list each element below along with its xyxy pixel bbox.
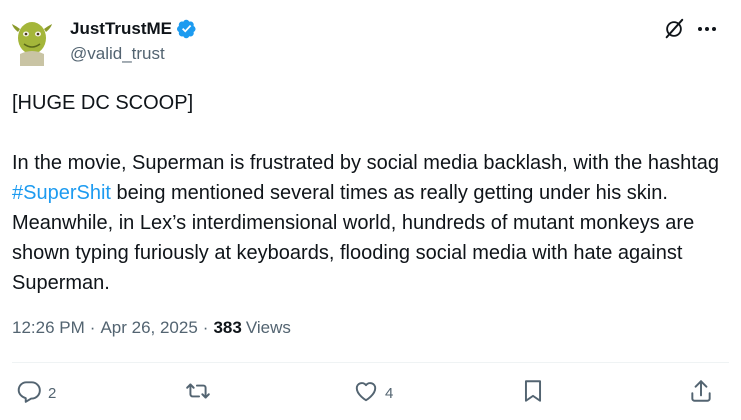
tweet-date[interactable]: Apr 26, 2025 — [100, 318, 197, 338]
tweet-text-line: [HUGE DC SCOOP] — [12, 92, 194, 114]
share-icon — [688, 378, 714, 408]
bookmark-icon — [520, 378, 546, 408]
author-display-name-row[interactable]: JustTrustME — [70, 19, 197, 39]
author-handle[interactable]: @valid_trust — [70, 44, 165, 64]
retweet-button[interactable] — [185, 378, 217, 408]
tweet-text-paragraph: In the movie, Superman is frustrated by … — [12, 148, 727, 298]
tweet-text-before-hashtag: In the movie, Superman is frustrated by … — [12, 152, 720, 174]
author-display-name[interactable]: JustTrustME — [70, 19, 172, 39]
hashtag-link[interactable]: #SuperShit — [12, 182, 111, 204]
more-dots-icon[interactable] — [695, 18, 719, 40]
reply-icon — [16, 378, 42, 408]
tweet-text: [HUGE DC SCOOP] In the movie, Superman i… — [12, 88, 727, 298]
tweet: JustTrustME @valid_trust [HUGE DC SCOOP]… — [0, 0, 741, 420]
tweet-text-after-hashtag: being mentioned several times as really … — [12, 182, 695, 294]
heart-icon — [353, 378, 379, 408]
reply-count: 2 — [48, 384, 57, 402]
retweet-icon — [185, 378, 211, 408]
divider — [12, 362, 729, 363]
reply-button[interactable]: 2 — [16, 378, 56, 408]
tweet-time[interactable]: 12:26 PM — [12, 318, 85, 338]
grok-icon[interactable] — [663, 18, 685, 40]
like-count: 4 — [385, 384, 394, 402]
tweet-meta: 12:26 PM · Apr 26, 2025 · 383 Views — [12, 318, 291, 338]
share-button[interactable] — [688, 378, 714, 408]
like-button[interactable]: 4 — [353, 378, 393, 408]
avatar[interactable] — [12, 14, 52, 66]
views-label: Views — [245, 318, 291, 337]
views-count: 383 — [213, 318, 242, 337]
bookmark-button[interactable] — [520, 378, 546, 408]
meta-separator: · — [89, 318, 96, 337]
verified-badge-icon — [177, 19, 197, 39]
meta-separator: · — [202, 318, 209, 337]
